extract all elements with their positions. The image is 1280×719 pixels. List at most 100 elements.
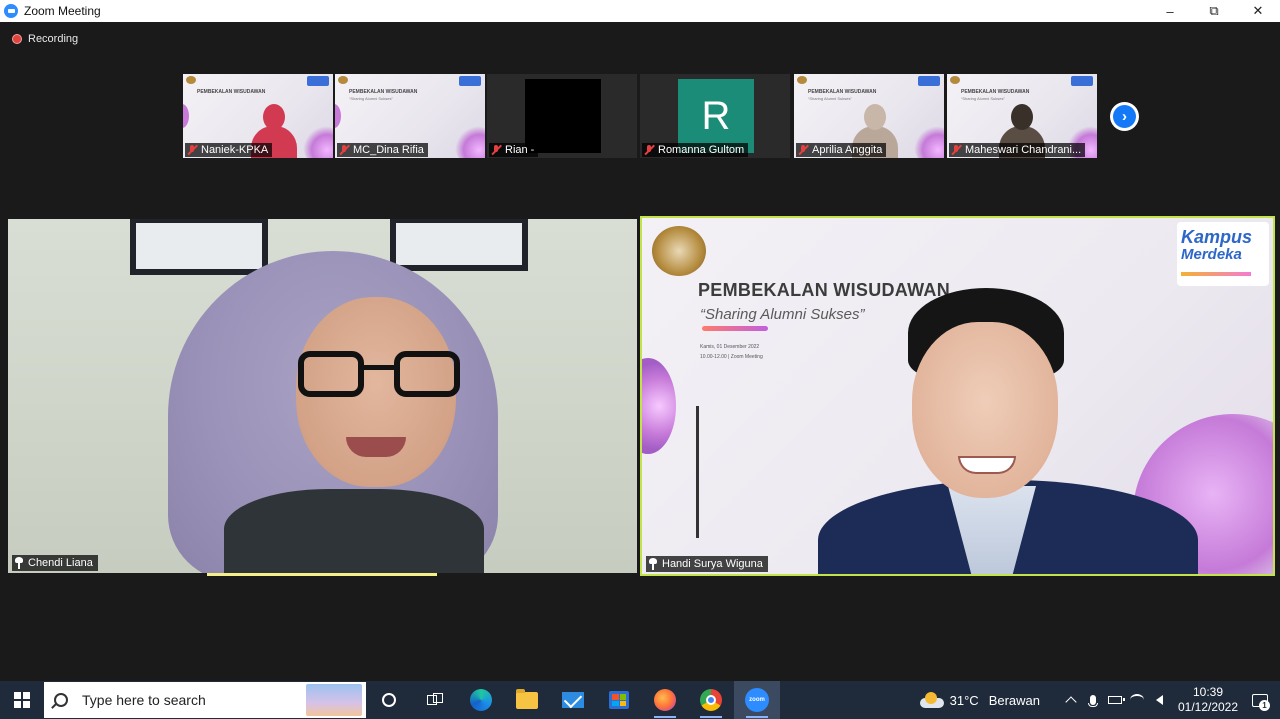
slide-subtitle: “Sharing Alumni Sukses” [700,306,865,323]
slide-decoration [914,126,944,158]
cortana-button[interactable] [366,681,412,719]
firefox-icon [654,689,676,711]
slide-emblem-icon [950,76,960,84]
participant-tile[interactable]: PEMBEKALAN WISUDAWAN “Sharing Alumni Suk… [794,74,944,158]
slide-mini-title: PEMBEKALAN WISUDAWAN [197,89,266,95]
wall-frame [130,219,268,275]
weather-cloud-icon[interactable] [919,692,944,708]
mail-icon [562,692,584,708]
recording-dot-icon [12,34,22,44]
windows-taskbar: zoom 31°C Berawan 10:39 01/12/2022 1 [0,681,1280,719]
start-button[interactable] [0,681,44,719]
store-button[interactable] [596,681,642,719]
speaker-video-right[interactable]: PEMBEKALAN WISUDAWAN “Sharing Alumni Suk… [640,216,1275,576]
store-icon [609,691,629,709]
volume-tray-button[interactable] [1148,681,1170,719]
slide-emblem-icon [338,76,348,84]
speaker-video-left[interactable]: Chendi Liana [8,219,637,573]
mic-muted-icon [339,145,349,155]
participant-tile[interactable]: PEMBEKALAN WISUDAWAN “Sharing Alumni Suk… [335,74,485,158]
slide-mini-subtitle: “Sharing Alumni Sukses” [808,96,852,101]
mic-muted-icon [951,145,961,155]
mic-muted-icon [644,145,654,155]
chrome-button[interactable] [688,681,734,719]
taskbar-clock[interactable]: 10:39 01/12/2022 [1176,685,1240,715]
show-hidden-icons-button[interactable] [1060,681,1082,719]
participant-name-tag: Naniek-KPKA [185,143,273,157]
mail-button[interactable] [550,681,596,719]
participant-name-tag: Aprilia Anggita [796,143,887,157]
edge-button[interactable] [458,681,504,719]
minimize-button[interactable]: – [1148,0,1192,22]
kampus-merdeka-logo: Kampus Merdeka [1177,222,1269,286]
pin-icon [14,557,24,569]
close-button[interactable]: ✕ [1236,0,1280,22]
taskbar-search[interactable] [44,682,366,718]
participant-tile[interactable]: R Romanna Gultom [640,74,790,158]
participant-name-tag: Rian - [489,143,539,157]
slide-time: 10.00-12.00 | Zoom Meeting [700,354,763,360]
participant-avatar: R [678,79,754,153]
recording-indicator[interactable]: Recording [12,33,78,45]
task-view-button[interactable] [412,681,458,719]
cortana-icon [382,693,396,707]
participant-tile[interactable]: PEMBEKALAN WISUDAWAN “Sharing Alumni Suk… [947,74,1097,158]
mic-muted-icon [491,145,501,155]
mic-muted-icon [187,145,197,155]
slide-emblem-icon [797,76,807,84]
slide-mini-subtitle: “Sharing Alumni Sukses” [349,96,393,101]
search-highlight-image [306,684,362,716]
battery-icon [1108,696,1125,704]
firefox-button[interactable] [642,681,688,719]
video-off-placeholder [525,79,601,153]
university-emblem-icon [652,226,706,276]
zoom-taskbar-button[interactable]: zoom [734,681,780,719]
weather-temperature[interactable]: 31°C [950,693,979,708]
file-explorer-button[interactable] [504,681,550,719]
chrome-icon [700,689,722,711]
recording-label: Recording [28,33,79,45]
slide-underline [702,326,768,331]
slide-date: Kamis, 01 Desember 2022 [700,344,760,350]
window-title-bar: Zoom Meeting – ⧉ ✕ [0,0,1280,22]
clock-time: 10:39 [1192,685,1224,699]
task-view-icon [427,693,443,707]
zoom-app-icon [4,4,18,18]
next-page-button[interactable]: › [1110,102,1139,131]
mic-muted-icon [798,145,808,155]
active-speaker-indicator [207,573,437,576]
chevron-right-icon: › [1113,105,1136,128]
slide-decoration [696,406,699,538]
maximize-button[interactable]: ⧉ [1192,0,1236,22]
battery-tray-button[interactable] [1104,681,1126,719]
folder-icon [516,688,538,709]
participant-name-tag: Romanna Gultom [642,143,749,157]
slide-decoration [335,104,341,128]
notification-count: 1 [1259,700,1270,711]
edge-icon [470,689,492,711]
speaker-mouth [958,456,1016,474]
search-input[interactable] [80,691,294,709]
chevron-up-icon [1065,696,1077,708]
kampus-merdeka-logo [307,76,329,86]
slide-decoration [455,126,485,158]
weather-description[interactable]: Berawan [989,693,1040,708]
speaker-name-tag: Chendi Liana [12,555,98,571]
pin-icon [648,558,658,570]
notification-center-button[interactable]: 1 [1240,681,1280,719]
slide-decoration [642,358,676,454]
slide-mini-title: PEMBEKALAN WISUDAWAN [808,89,877,95]
glasses [362,365,396,370]
network-tray-button[interactable] [1126,681,1148,719]
slide-mini-title: PEMBEKALAN WISUDAWAN [961,89,1030,95]
participant-tile[interactable]: Rian - [487,74,637,158]
microphone-tray-button[interactable] [1082,681,1104,719]
speaker-body [224,489,484,573]
wifi-icon [1130,694,1144,706]
participant-tile[interactable]: PEMBEKALAN WISUDAWAN Naniek-KPKA [183,74,333,158]
slide-title: PEMBEKALAN WISUDAWAN [698,280,950,300]
microphone-icon [1088,695,1098,707]
window-title: Zoom Meeting [24,4,101,18]
slide-emblem-icon [186,76,196,84]
speaker-name-tag: Handi Surya Wiguna [646,556,768,572]
